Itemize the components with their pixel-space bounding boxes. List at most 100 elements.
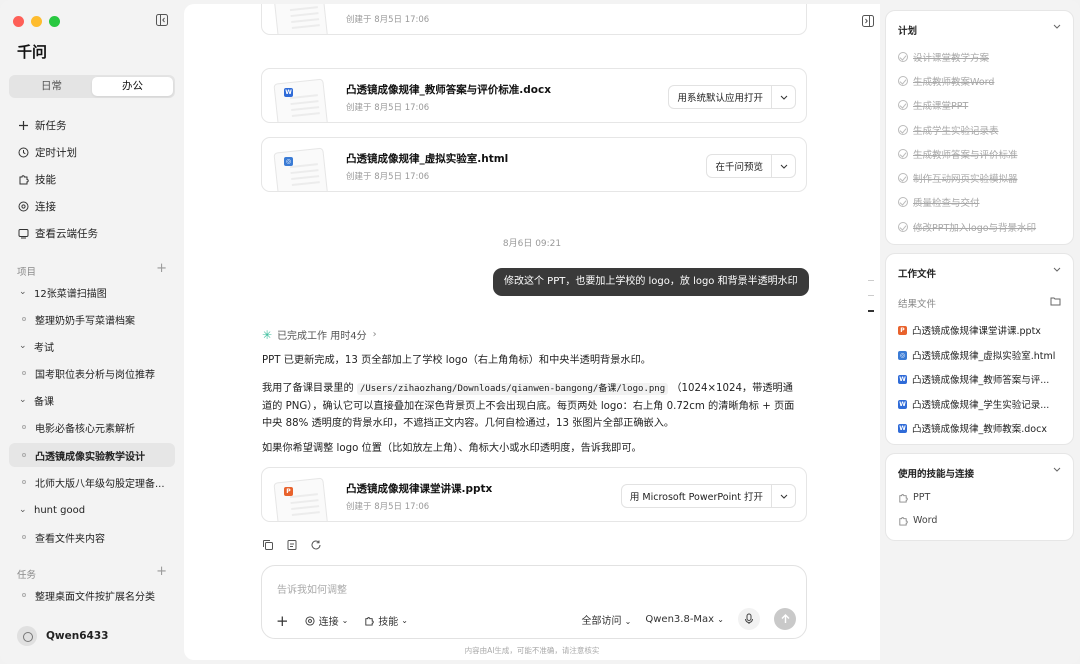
file-meta: 创建于 8月5日 17:06	[346, 172, 430, 182]
scroll-markers[interactable]	[868, 280, 876, 326]
file-card-partial[interactable]: 创建于 8月5日 17:06	[261, 4, 807, 35]
work-file-name: 凸透镜成像规律_教师答案与评...	[912, 375, 1050, 386]
avatar	[17, 626, 37, 646]
send-button[interactable]	[774, 608, 796, 630]
user-profile[interactable]: Qwen6433	[17, 626, 108, 646]
composer[interactable]: 告诉我如何调整 + 连接 ⌄ 技能 ⌄ 全部访问 ⌄ Qwen3.8-Max ⌄	[261, 565, 807, 639]
nav-connect[interactable]: 连接	[9, 194, 175, 218]
microphone-icon[interactable]	[738, 608, 760, 630]
chevron-down-icon[interactable]	[1053, 24, 1061, 29]
plan-step: 修改PPT加入logo与背景水印	[898, 220, 1036, 234]
chevron-down-icon[interactable]	[771, 155, 795, 177]
right-panel-toggle-icon[interactable]	[862, 15, 874, 27]
add-project-icon[interactable]: +	[156, 262, 167, 278]
nav-new-task[interactable]: 新任务	[9, 113, 175, 137]
chevron-down-icon[interactable]	[771, 485, 795, 507]
open-label[interactable]: 用 Microsoft PowerPoint 打开	[622, 489, 771, 503]
message-input[interactable]: 告诉我如何调整	[277, 581, 347, 596]
project-folder[interactable]: ⌄ 备课	[9, 388, 175, 412]
work-file[interactable]: W 凸透镜成像规律_教师答案与评...	[898, 372, 1066, 386]
project-task[interactable]: 电影必备核心元素解析	[9, 415, 175, 439]
chevron-down-icon[interactable]	[771, 86, 795, 108]
task-item[interactable]: 整理桌面文件按扩展名分类	[9, 583, 175, 607]
cloud-task-icon	[18, 228, 29, 238]
access-select[interactable]: 全部访问 ⌄	[581, 612, 631, 627]
file-card[interactable]: W 凸透镜成像规律_教师答案与评价标准.docx 创建于 8月5日 17:06 …	[261, 68, 807, 123]
project-task[interactable]: 国考职位表分析与岗位推荐	[9, 361, 175, 385]
export-icon[interactable]	[286, 539, 298, 551]
reply-paragraph: 如果你希望调整 logo 位置（比如放左上角）、角标大小或水印透明度，告诉我即可…	[262, 443, 642, 454]
work-status[interactable]: ✳ 已完成工作 用时4分 ›	[262, 327, 377, 343]
work-file[interactable]: W 凸透镜成像规律_学生实验记录...	[898, 397, 1066, 411]
preview-button[interactable]: 在千问预览	[706, 154, 796, 178]
chevron-down-icon[interactable]	[1053, 467, 1061, 472]
work-status-text: 已完成工作 用时4分	[277, 331, 367, 342]
skill-item: Word	[898, 515, 937, 526]
nav-label: 新任务	[35, 119, 67, 132]
task-dot-icon	[22, 480, 26, 484]
model-select[interactable]: Qwen3.8-Max ⌄	[645, 614, 724, 625]
add-attachment-button[interactable]: +	[276, 613, 289, 628]
plan-step: 生成教师答案与评价标准	[898, 147, 1018, 161]
project-label: hunt good	[34, 504, 86, 516]
work-file[interactable]: W 凸透镜成像规律_教师教案.docx	[898, 421, 1066, 435]
file-name: 凸透镜成像规律_虚拟实验室.html	[346, 153, 509, 165]
plan-step: 生成课堂PPT	[898, 98, 968, 112]
project-label: 备课	[34, 396, 54, 408]
link-icon	[305, 615, 315, 626]
open-file-button[interactable]: 用系统默认应用打开	[668, 85, 796, 109]
skills-button[interactable]: 技能 ⌄	[364, 613, 408, 628]
open-label[interactable]: 在千问预览	[707, 159, 771, 173]
folder-icon[interactable]	[1050, 296, 1061, 306]
plan-panel: 计划 设计课堂教学方案 生成教师教案Word 生成课堂PPT 生成学生实验记录表…	[885, 10, 1074, 245]
scroll-marker-active[interactable]	[868, 310, 874, 312]
chevron-down-icon[interactable]	[1053, 267, 1061, 272]
chevron-down-icon: ⌄	[19, 341, 27, 351]
file-thumbnail	[273, 78, 329, 122]
plan-step: 生成学生实验记录表	[898, 123, 999, 137]
project-task[interactable]: 北师大版八年级勾股定理备...	[9, 470, 175, 494]
project-task[interactable]: 整理奶奶手写菜谱档案	[9, 307, 175, 331]
add-task-icon[interactable]: +	[156, 565, 167, 581]
copy-icon[interactable]	[262, 539, 274, 551]
connect-label: 连接	[318, 617, 339, 628]
docx-icon: W	[284, 88, 293, 97]
check-circle-icon	[898, 149, 908, 159]
tab-office[interactable]: 办公	[92, 77, 173, 96]
sidebar-toggle-icon[interactable]	[156, 14, 168, 26]
work-file[interactable]: ◎ 凸透镜成像规律_虚拟实验室.html	[898, 348, 1066, 362]
plan-step-label: 生成课堂PPT	[913, 101, 969, 112]
project-folder[interactable]: ⌄ 12张菜谱扫描图	[9, 280, 175, 304]
user-message: 修改这个 PPT，也要加上学校的 logo，放 logo 和背景半透明水印	[493, 268, 809, 296]
scroll-marker[interactable]	[868, 295, 874, 296]
project-folder[interactable]: ⌄ 考试	[9, 334, 175, 358]
zoom-window-button[interactable]	[49, 16, 60, 27]
docx-icon: W	[898, 423, 907, 433]
project-folder[interactable]: ⌄ hunt good	[9, 498, 175, 522]
nav-scheduled[interactable]: 定时计划	[9, 140, 175, 164]
minimize-window-button[interactable]	[31, 16, 42, 27]
tab-daily[interactable]: 日常	[11, 77, 92, 96]
task-label: 整理奶奶手写菜谱档案	[35, 315, 135, 327]
nav-label: 技能	[35, 173, 56, 186]
project-task-selected[interactable]: 凸透镜成像实验教学设计	[9, 443, 175, 467]
open-in-powerpoint-button[interactable]: 用 Microsoft PowerPoint 打开	[620, 484, 796, 508]
regenerate-icon[interactable]	[310, 539, 322, 551]
work-file[interactable]: P 凸透镜成像规律课堂讲课.pptx	[898, 323, 1066, 337]
close-window-button[interactable]	[13, 16, 24, 27]
puzzle-icon	[365, 616, 375, 626]
message-actions	[262, 539, 322, 551]
file-name: 凸透镜成像规律_教师答案与评价标准.docx	[346, 84, 551, 96]
file-card-result[interactable]: P 凸透镜成像规律课堂讲课.pptx 创建于 8月5日 17:06 用 Micr…	[261, 467, 807, 522]
project-task[interactable]: 查看文件夹内容	[9, 525, 175, 549]
html-icon: ◎	[284, 157, 293, 166]
nav-label: 连接	[35, 200, 56, 213]
nav-skills[interactable]: 技能	[9, 167, 175, 191]
scroll-marker[interactable]	[868, 280, 874, 281]
file-card[interactable]: ◎ 凸透镜成像规律_虚拟实验室.html 创建于 8月5日 17:06 在千问预…	[261, 137, 807, 192]
task-dot-icon	[22, 535, 26, 539]
puzzle-icon	[19, 174, 29, 184]
open-label[interactable]: 用系统默认应用打开	[669, 90, 771, 104]
connect-button[interactable]: 连接 ⌄	[305, 613, 348, 628]
nav-cloud-tasks[interactable]: 查看云端任务	[9, 221, 175, 245]
